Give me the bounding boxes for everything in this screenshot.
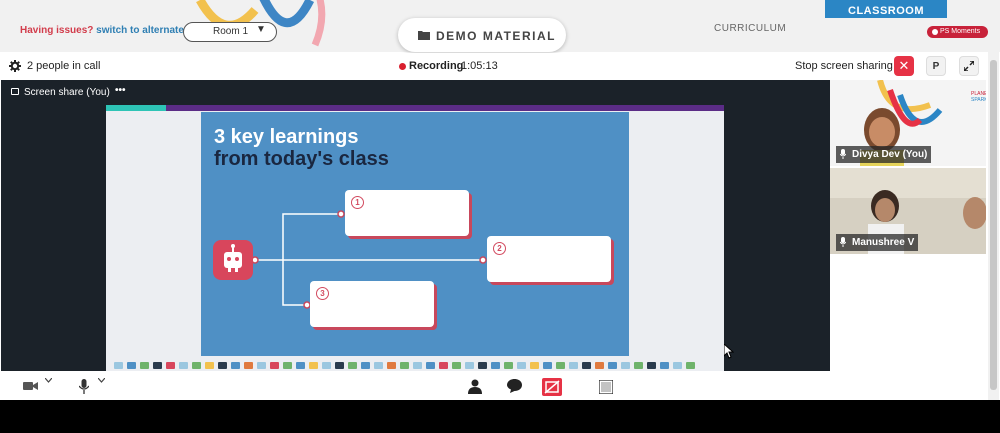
recording-label: Recording bbox=[409, 60, 464, 72]
demo-material-button[interactable]: DEMO MATERIAL bbox=[398, 18, 566, 52]
screen-share-title: Screen share (You) bbox=[24, 87, 110, 98]
call-controls bbox=[1, 371, 987, 400]
stop-sharing-button[interactable]: ✕ bbox=[894, 56, 914, 76]
learning-box-2: 2 bbox=[487, 236, 611, 282]
fullscreen-button[interactable] bbox=[959, 56, 979, 76]
learning-box-1: 1 bbox=[345, 190, 469, 236]
recording-dot-icon bbox=[399, 63, 406, 70]
camera-chevron-down-icon[interactable] bbox=[45, 378, 52, 383]
learning-number-3: 3 bbox=[316, 287, 329, 300]
app-frame: Having issues? switch to alternate room … bbox=[0, 0, 1000, 400]
learning-box-3: 3 bbox=[310, 281, 434, 327]
classroom-tab[interactable]: CLASSROOM bbox=[825, 0, 947, 18]
stop-screen-share-icon[interactable] bbox=[542, 378, 562, 396]
chevron-down-icon: ▼ bbox=[256, 24, 266, 35]
stop-screen-sharing-label[interactable]: Stop screen sharing bbox=[795, 60, 893, 72]
gear-icon[interactable] bbox=[9, 60, 21, 72]
screen-share-stage: Screen share (You) ••• 3 key learnings f… bbox=[1, 80, 986, 371]
learning-number-1: 1 bbox=[351, 196, 364, 209]
recording-timer: 1:05:13 bbox=[461, 60, 498, 72]
participant-name-self-label: Divya Dev (You) bbox=[852, 149, 928, 160]
participant-tile-self[interactable]: PLANET SPARK Divya Dev (You) bbox=[830, 80, 986, 166]
robot-icon bbox=[213, 240, 253, 280]
learning-number-2: 2 bbox=[493, 242, 506, 255]
participant-tile-manushree[interactable]: Manushree V bbox=[830, 168, 986, 254]
participant-name-manushree: Manushree V bbox=[836, 234, 919, 251]
more-options-icon[interactable]: ••• bbox=[115, 85, 126, 96]
whiteboard-icon[interactable] bbox=[599, 380, 613, 394]
curriculum-tab[interactable]: CURRICULUM bbox=[714, 23, 786, 34]
demo-material-label: DEMO MATERIAL bbox=[436, 29, 556, 43]
ps-moments-label: PS Moments bbox=[940, 28, 981, 35]
presentation-slide: 3 key learnings from today's class 1 2 3 bbox=[201, 112, 629, 356]
issue-prefix: Having issues? bbox=[20, 25, 94, 36]
shared-screen-taskbar bbox=[114, 356, 718, 369]
video-call-panel: 2 people in call Recording 1:05:13 Stop … bbox=[1, 53, 987, 400]
microphone-icon bbox=[840, 149, 846, 159]
shared-screen-toolbar bbox=[106, 105, 724, 111]
scrollbar-thumb[interactable] bbox=[990, 60, 997, 390]
mouse-cursor-icon bbox=[724, 344, 734, 359]
microphone-toggle-icon[interactable] bbox=[79, 379, 89, 394]
ps-moments-button[interactable]: PS Moments bbox=[927, 26, 988, 38]
call-header: 2 people in call Recording 1:05:13 Stop … bbox=[1, 53, 987, 80]
screen-icon bbox=[11, 88, 19, 95]
room-select[interactable]: Room 1 ▼ bbox=[183, 22, 277, 42]
vertical-scrollbar[interactable] bbox=[988, 40, 999, 400]
camera-icon[interactable] bbox=[23, 381, 39, 391]
top-bar: Having issues? switch to alternate room … bbox=[0, 0, 1000, 52]
participant-name-manushree-label: Manushree V bbox=[852, 237, 915, 248]
svg-text:SPARK: SPARK bbox=[971, 97, 986, 103]
microphone-icon bbox=[840, 237, 846, 247]
room-select-value: Room 1 bbox=[213, 26, 249, 37]
participants-icon[interactable] bbox=[468, 379, 482, 394]
p-button[interactable]: P bbox=[926, 56, 946, 76]
people-count: 2 people in call bbox=[27, 60, 101, 72]
shared-screen: 3 key learnings from today's class 1 2 3 bbox=[106, 105, 734, 371]
microphone-chevron-down-icon[interactable] bbox=[98, 378, 105, 383]
folder-icon bbox=[418, 31, 430, 40]
ps-moments-icon bbox=[932, 29, 938, 35]
expand-icon bbox=[964, 61, 974, 71]
chat-icon[interactable] bbox=[507, 379, 522, 393]
participant-name-self: Divya Dev (You) bbox=[836, 146, 932, 163]
